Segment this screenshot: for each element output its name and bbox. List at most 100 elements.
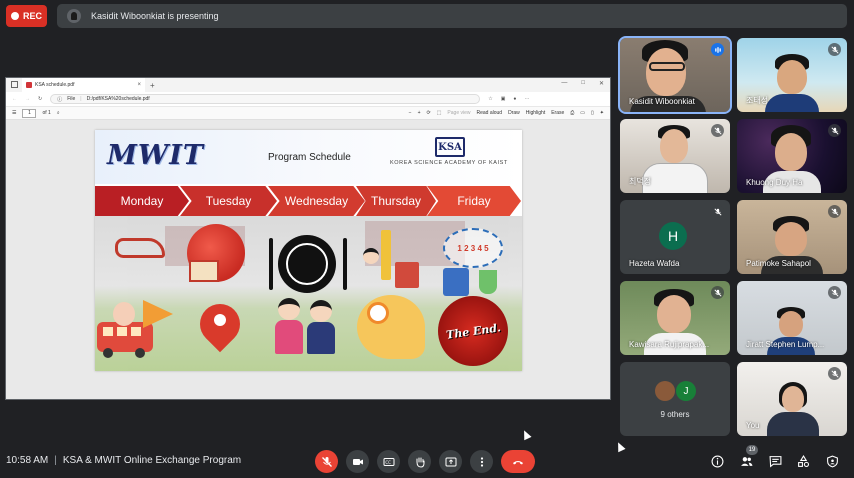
close-window-button[interactable]: ✕ [599,80,604,87]
participant-tile[interactable]: Khuong Duy Ha [737,119,847,193]
highlight-button[interactable]: Highlight [526,110,545,116]
participant-tile[interactable]: Kawisara Rujiprapak... [620,281,730,355]
korean-girl-icon [278,298,300,320]
activities-button[interactable] [796,454,810,468]
mic-off-icon [711,205,724,218]
others-tile[interactable]: J 9 others [620,362,730,436]
participant-video [660,129,688,163]
more-options-button[interactable] [470,450,493,473]
raise-hand-button[interactable] [408,450,431,473]
pin-toolbar-icon[interactable]: ✦ [600,110,604,116]
people-icon [740,456,752,466]
tab-actions-icon[interactable] [11,81,18,88]
participant-video [646,48,686,96]
participant-name: Jiratt Stephen Lump... [746,340,825,349]
program-title: Program Schedule [268,152,351,163]
presenting-banner: Kasidit Wiboonkiat is presenting [57,4,847,28]
flask-icon [479,270,497,294]
read-aloud-button[interactable]: Read aloud [477,110,503,116]
favorites-icon[interactable]: ☆ [488,96,492,102]
meeting-details-button[interactable] [710,454,724,468]
save-icon[interactable]: ▭ [580,110,585,116]
people-button[interactable] [739,454,753,468]
participant-video [657,295,691,333]
erase-button[interactable]: Erase [551,110,564,116]
participant-tile[interactable]: 최덕정 [620,119,730,193]
pencils-icon [381,230,391,280]
refresh-icon[interactable]: ↻ [38,96,42,102]
mic-off-icon [828,205,841,218]
maximize-button[interactable]: □ [581,80,585,87]
recording-indicator: REC [6,5,47,27]
tab-title: KSA schedule.pdf [35,82,75,88]
rotate-icon[interactable]: ⟳ [426,110,430,116]
browser-tabbar: KSA schedule.pdf × + — □ ✕ [6,78,610,92]
mic-off-icon [828,367,841,380]
self-tile[interactable]: You [737,362,847,436]
participant-tile[interactable]: Kasidit Wiboonkiat [618,36,732,114]
new-tab-button[interactable]: + [150,81,155,90]
participant-tile[interactable]: Jiratt Stephen Lump... [737,281,847,355]
day-wednesday: Wednesday [268,186,365,216]
page-view-button[interactable]: Page view [447,110,470,116]
contents-icon[interactable]: ☰ [12,110,16,116]
present-screen-button[interactable] [439,450,462,473]
address-bar[interactable]: ⓘ File | D:/pdf/KSA%20schedule.pdf [50,94,481,104]
host-controls-button[interactable] [825,454,839,468]
page-number-input[interactable]: 1 [22,108,37,118]
participant-tile[interactable]: Patimoke Sahapol [737,200,847,274]
back-icon[interactable]: ← [12,96,17,102]
tab-close-icon[interactable]: × [137,82,141,88]
browser-actions: ☆ ▣ ● ⋯ [488,96,529,102]
the-end-text: The End. [444,320,502,342]
browser-tab[interactable]: KSA schedule.pdf × [22,78,145,92]
participant-avatar: H [659,222,687,250]
current-time: 10:58 AM [6,455,49,466]
mouse-cursor-icon [520,428,532,441]
participant-tile[interactable]: 조태성 [737,38,847,112]
present-screen-icon [445,457,456,466]
others-label: 9 others [660,410,690,419]
participant-name: Kasidit Wiboonkiat [629,97,695,106]
draw-button[interactable]: Draw [508,110,520,116]
meeting-title: KSA & MWIT Online Exchange Program [62,455,242,466]
record-dot-icon [10,12,19,20]
save-as-icon[interactable]: ▯ [591,110,594,116]
participant-tile[interactable]: H Hazeta Wafda [620,200,730,274]
camera-toggle-button[interactable] [346,450,369,473]
more-menu-icon[interactable]: ⋯ [524,96,529,102]
address-row: ← → ↻ ⓘ File | D:/pdf/KSA%20schedule.pdf… [6,92,610,106]
flag-icon [143,300,173,328]
calculator-icon [443,268,469,296]
minimize-button[interactable]: — [561,80,567,87]
day-arrows: Monday Tuesday Wednesday Thursday Friday [95,186,522,216]
others-avatar-photo [655,381,675,401]
ksa-logo: KSA [435,137,465,157]
zoom-in-button[interactable]: + [418,110,421,116]
more-vertical-icon [480,456,483,467]
svg-text:CC: CC [385,459,391,464]
find-icon[interactable]: ⌕ [57,110,60,116]
chat-button[interactable] [768,454,782,468]
microphone-toggle-button[interactable] [315,450,338,473]
mic-off-icon [828,124,841,137]
fit-page-icon[interactable]: ⬚ [437,110,442,116]
mic-off-icon [828,43,841,56]
brain-idea-icon [357,295,425,359]
profile-icon[interactable]: ● [513,96,516,102]
zoom-out-button[interactable]: − [409,110,412,116]
others-avatar: J [676,381,696,401]
mic-off-icon [711,124,724,137]
presenter-avatar [67,9,81,23]
print-icon[interactable]: ⎙ [570,110,574,116]
math-numbers-icon: 1 2 3 4 5 [443,228,503,268]
leave-call-button[interactable] [501,450,535,473]
day-friday: Friday [427,186,521,216]
participant-name: 조태성 [746,96,769,105]
captions-button[interactable]: CC [377,450,400,473]
girl-icon [113,302,135,326]
participant-video [777,60,807,94]
collections-icon[interactable]: ▣ [501,96,506,102]
forward-icon[interactable]: → [25,96,30,102]
participant-video [775,222,807,256]
